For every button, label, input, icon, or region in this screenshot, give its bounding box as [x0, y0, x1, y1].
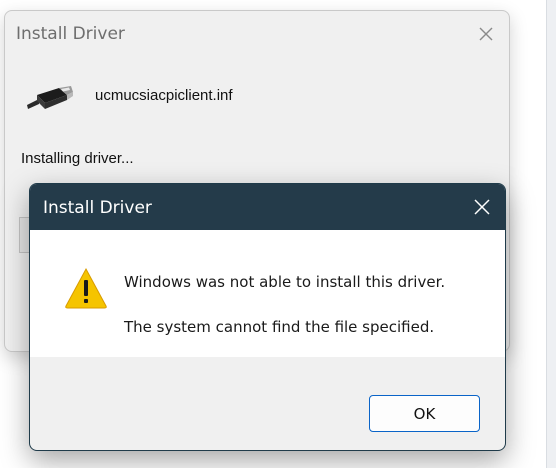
progress-window-title: Install Driver: [16, 24, 125, 44]
background-window-edge: [546, 0, 556, 468]
error-dialog-close-button[interactable]: [467, 192, 497, 222]
ok-button[interactable]: OK: [369, 395, 480, 432]
progress-window-close-button[interactable]: [471, 19, 501, 49]
close-icon: [479, 27, 493, 41]
error-message-area: Windows was not able to install this dri…: [30, 230, 505, 357]
install-driver-error-dialog: Install Driver Windows was not able to i…: [29, 183, 506, 451]
error-message-primary: Windows was not able to install this dri…: [124, 273, 446, 291]
error-dialog-title: Install Driver: [43, 198, 152, 218]
installation-status-text: Installing driver...: [21, 150, 134, 167]
warning-icon: [65, 267, 107, 309]
error-dialog-titlebar: Install Driver: [30, 184, 505, 230]
driver-file-name: ucmucsiacpiclient.inf: [95, 87, 233, 104]
usb-cable-icon: [27, 86, 73, 109]
error-message-detail: The system cannot find the file specifie…: [124, 318, 435, 336]
close-icon: [474, 199, 490, 215]
